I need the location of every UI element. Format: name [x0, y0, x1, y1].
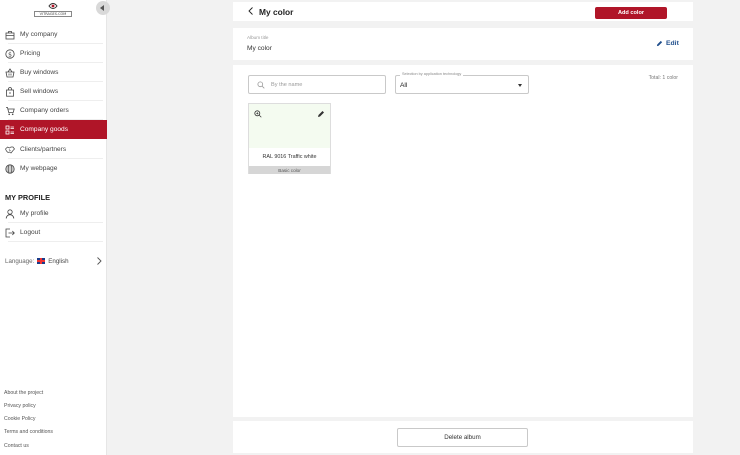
sidebar-item-label: My company — [20, 31, 58, 38]
sidebar-item-label: My profile — [20, 210, 49, 217]
basket-icon — [0, 67, 20, 78]
logo-mark-icon — [48, 3, 58, 9]
list-grid-icon — [0, 125, 20, 135]
logo-text: VITRAGES.COM — [34, 11, 72, 17]
logo[interactable]: VITRAGES.COM — [34, 2, 72, 18]
search-field[interactable] — [248, 75, 386, 94]
color-list-card: Selection by application technology All … — [233, 65, 693, 417]
search-icon — [257, 80, 265, 89]
zoom-in-icon[interactable] — [254, 110, 262, 118]
uk-flag-icon — [37, 258, 46, 264]
pencil-icon[interactable] — [317, 110, 325, 118]
sidebar-item-sell-windows[interactable]: Sell windows — [0, 82, 107, 101]
sidebar-item-clients-partners[interactable]: Clients/partners — [0, 140, 107, 159]
page-title: My color — [259, 7, 294, 17]
cart-icon — [0, 106, 20, 116]
sidebar-item-label: Logout — [20, 229, 41, 236]
technology-select-label: Selection by application technology — [400, 72, 464, 76]
sidebar-item-my-company[interactable]: My company — [0, 25, 107, 44]
album-title-label: Album title — [247, 35, 269, 40]
user-icon — [0, 208, 20, 219]
bag-icon — [0, 86, 20, 97]
technology-select[interactable]: Selection by application technology All — [395, 72, 529, 94]
logout-icon — [0, 228, 20, 238]
album-title-value: My color — [247, 45, 272, 52]
color-name: RAL 9016 Traffic white — [262, 154, 317, 160]
add-color-button[interactable]: Add color — [595, 7, 667, 19]
footer-link-about[interactable]: About the project — [4, 390, 43, 396]
sidebar-item-label: Sell windows — [20, 88, 59, 95]
handshake-icon — [0, 145, 20, 155]
technology-select-value: All — [400, 82, 408, 89]
footer-link-privacy[interactable]: Privacy policy — [4, 403, 36, 409]
footer-link-cookie[interactable]: Cookie Policy — [4, 416, 35, 422]
footer-link-contact[interactable]: Contact us — [4, 443, 29, 449]
sidebar-item-company-goods[interactable]: Company goods — [0, 120, 107, 139]
sidebar-item-label: Company goods — [20, 126, 69, 133]
footer-link-terms[interactable]: Terms and conditions — [4, 429, 53, 435]
sidebar-item-my-profile[interactable]: My profile — [0, 204, 107, 223]
briefcase-icon — [0, 30, 20, 40]
total-count: Total: 1 color — [648, 75, 678, 81]
sidebar-item-logout[interactable]: Logout — [0, 223, 107, 242]
language-label: Language: — [5, 257, 35, 265]
page-header: My color Add color — [233, 2, 693, 21]
edit-label: Edit — [666, 40, 679, 47]
sidebar-item-label: Buy windows — [20, 69, 59, 76]
color-badge: Basic color — [249, 166, 330, 174]
pencil-icon — [656, 40, 663, 47]
sidebar-item-buy-windows[interactable]: Buy windows — [0, 63, 107, 82]
sidebar-item-label: Clients/partners — [20, 146, 67, 153]
album-actions-card: Delete album — [233, 421, 693, 453]
sidebar-item-pricing[interactable]: $ Pricing — [0, 44, 107, 63]
caret-down-icon — [518, 84, 522, 87]
search-input[interactable] — [271, 81, 381, 88]
album-title-card: Album title My color Edit — [233, 28, 693, 60]
language-value: English — [48, 257, 69, 265]
divider — [8, 241, 103, 242]
globe-icon — [0, 163, 20, 174]
collapse-sidebar-button[interactable] — [96, 1, 110, 15]
edit-album-button[interactable]: Edit — [656, 40, 679, 47]
color-card[interactable]: RAL 9016 Traffic white Basic color — [248, 103, 331, 174]
dollar-circle-icon: $ — [0, 48, 20, 59]
sidebar-item-label: My webpage — [20, 165, 58, 172]
sidebar-item-label: Company orders — [20, 107, 69, 114]
sidebar-item-label: Pricing — [20, 50, 41, 57]
delete-album-button[interactable]: Delete album — [397, 428, 528, 447]
svg-text:$: $ — [8, 51, 12, 58]
back-chevron-icon[interactable] — [247, 6, 255, 16]
chevron-right-icon — [97, 257, 102, 265]
profile-heading: MY PROFILE — [5, 193, 51, 202]
sidebar: VITRAGES.COM My company $ Pricing Buy wi… — [0, 0, 110, 455]
language-selector[interactable]: Language: English — [5, 256, 103, 266]
sidebar-item-company-orders[interactable]: Company orders — [0, 101, 107, 120]
sidebar-item-my-webpage[interactable]: My webpage — [0, 159, 107, 178]
